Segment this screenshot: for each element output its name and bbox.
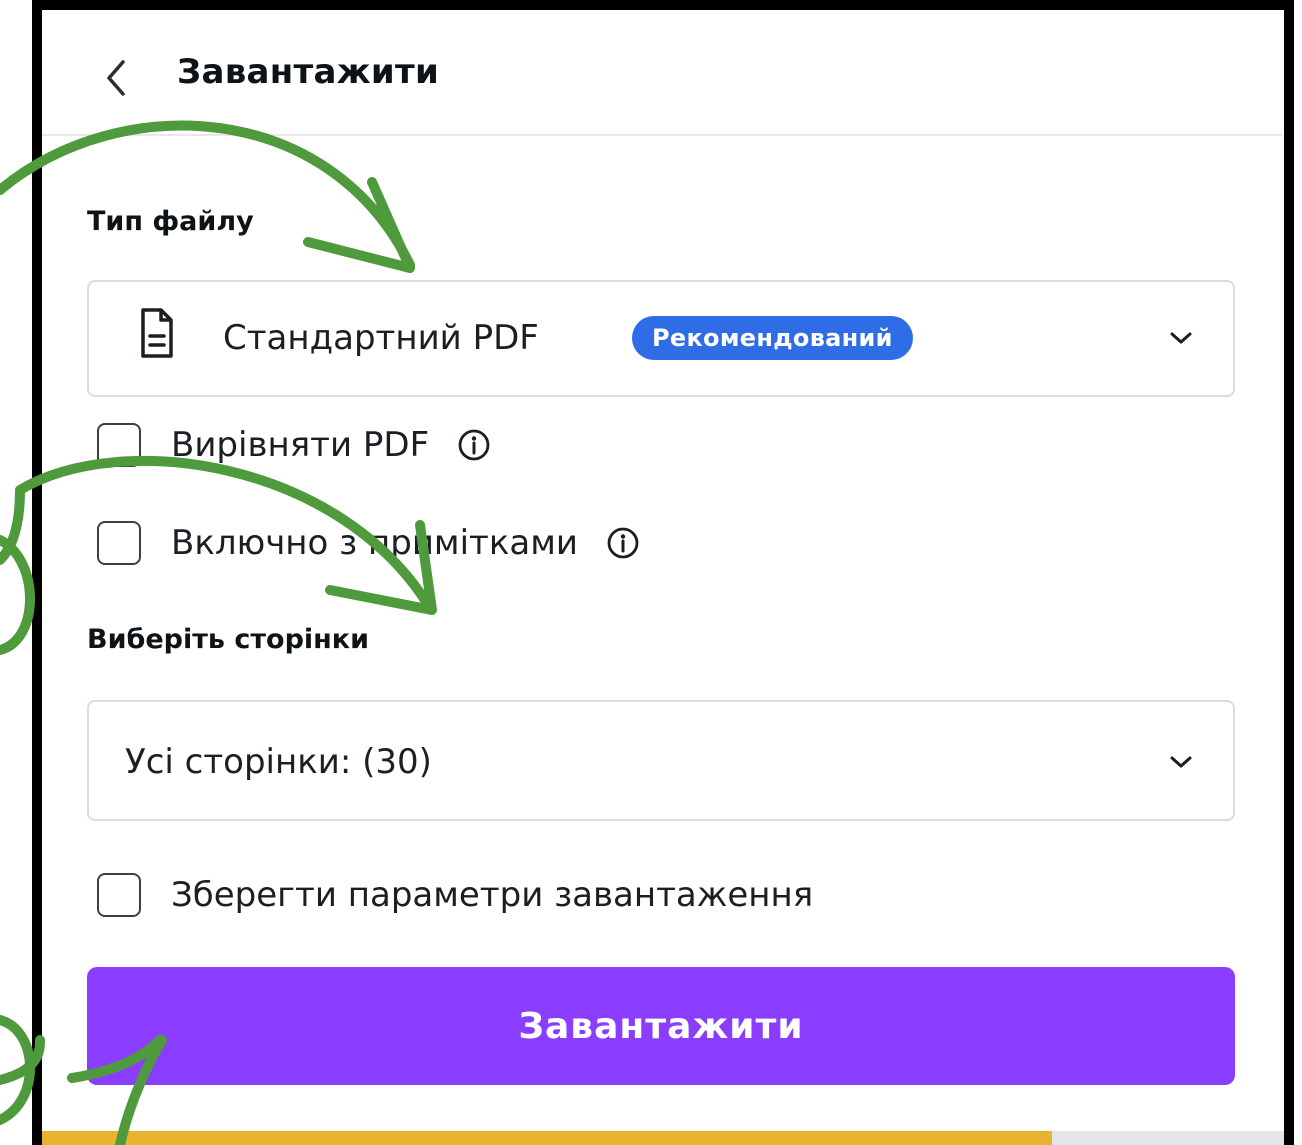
- flatten-pdf-option[interactable]: Вирівняти PDF: [97, 420, 491, 470]
- save-settings-option[interactable]: Зберегти параметри завантаження: [97, 870, 813, 920]
- page-title: Завантажити: [177, 52, 440, 92]
- pages-value: Усі сторінки: (30): [125, 742, 432, 782]
- flatten-pdf-label: Вирівняти PDF: [171, 425, 430, 465]
- bottom-strip: [42, 1131, 1052, 1145]
- flatten-pdf-checkbox[interactable]: [97, 423, 141, 467]
- panel-header: Завантажити: [42, 10, 1282, 136]
- file-type-label: Тип файлу: [87, 206, 254, 237]
- save-settings-checkbox[interactable]: [97, 873, 141, 917]
- chevron-left-icon: [107, 60, 125, 96]
- recommended-badge: Рекомендований: [632, 316, 913, 360]
- include-notes-checkbox[interactable]: [97, 521, 141, 565]
- info-icon[interactable]: [606, 526, 640, 560]
- chevron-down-icon: [1170, 756, 1192, 768]
- chevron-down-icon: [1170, 332, 1192, 344]
- info-icon[interactable]: [457, 428, 491, 462]
- bottom-strip-gray: [1052, 1131, 1284, 1145]
- back-button[interactable]: [92, 54, 140, 102]
- download-button[interactable]: Завантажити: [87, 967, 1235, 1085]
- file-type-value: Стандартний PDF: [223, 318, 539, 358]
- save-settings-label: Зберегти параметри завантаження: [171, 875, 814, 915]
- pages-dropdown[interactable]: Усі сторінки: (30): [87, 700, 1235, 821]
- document-icon: [141, 308, 173, 358]
- pages-label: Виберіть сторінки: [87, 624, 370, 655]
- include-notes-option[interactable]: Включно з примітками: [97, 518, 640, 568]
- include-notes-label: Включно з примітками: [171, 523, 578, 563]
